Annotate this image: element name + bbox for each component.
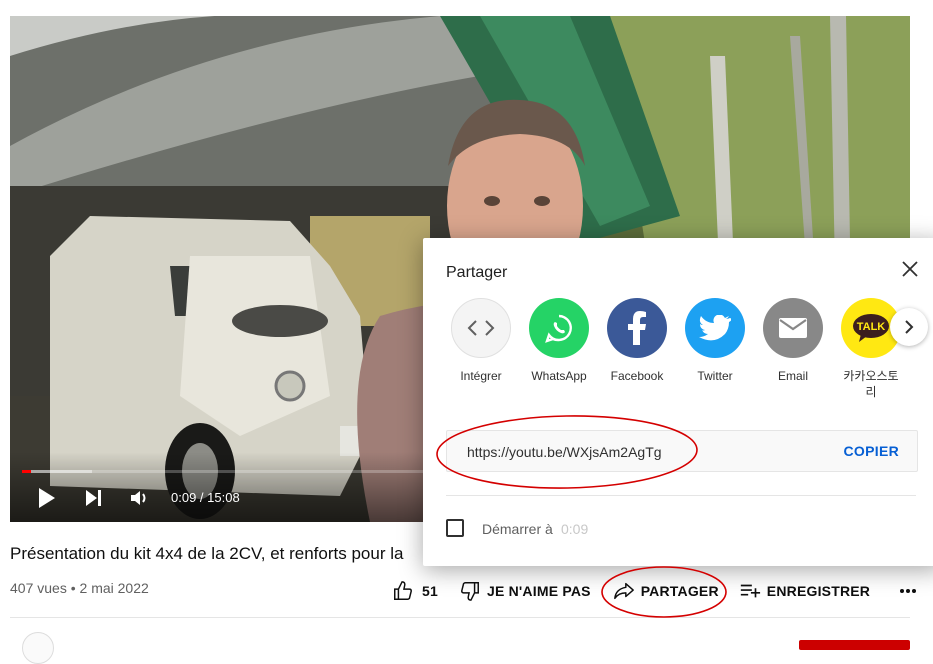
close-icon[interactable] bbox=[901, 260, 919, 278]
action-row: 51 JE N'AIME PAS PARTAGER ENREGISTRER bbox=[392, 576, 918, 606]
subscribe-button[interactable] bbox=[799, 640, 910, 650]
meta-separator: • bbox=[70, 580, 76, 596]
target-label: Email bbox=[777, 369, 808, 383]
whatsapp-icon bbox=[529, 298, 589, 358]
start-at-time: 0:09 bbox=[561, 521, 589, 537]
progress-played bbox=[22, 470, 31, 473]
target-label: Intégrer bbox=[460, 369, 502, 383]
share-button[interactable]: PARTAGER bbox=[613, 580, 719, 602]
share-target-facebook[interactable]: Facebook bbox=[598, 298, 676, 384]
share-target-whatsapp[interactable]: WhatsApp bbox=[520, 298, 598, 384]
like-count: 51 bbox=[422, 583, 438, 599]
share-targets-next-button[interactable] bbox=[890, 308, 928, 346]
copy-button[interactable]: COPIER bbox=[844, 431, 899, 471]
chevron-right-icon bbox=[905, 320, 914, 334]
play-icon[interactable] bbox=[37, 487, 57, 509]
share-link-box: COPIER bbox=[446, 430, 918, 473]
embed-icon bbox=[451, 298, 511, 358]
twitter-icon bbox=[685, 298, 745, 358]
view-count: 407 vues bbox=[10, 580, 67, 596]
more-actions-button[interactable] bbox=[898, 581, 918, 601]
thumbs-down-icon bbox=[461, 582, 479, 601]
video-title: Présentation du kit 4x4 de la 2CV, et re… bbox=[10, 544, 404, 563]
upload-date: 2 mai 2022 bbox=[79, 580, 149, 596]
section-divider bbox=[10, 617, 910, 618]
target-label: Facebook bbox=[610, 369, 664, 383]
target-label: 카카오스토리 bbox=[843, 369, 899, 399]
share-label: PARTAGER bbox=[640, 583, 719, 599]
share-dialog: Partager Intégrer WhatsApp Facebook Twit… bbox=[423, 238, 933, 566]
channel-avatar[interactable] bbox=[22, 632, 54, 664]
share-target-twitter[interactable]: Twitter bbox=[676, 298, 754, 384]
volume-icon[interactable] bbox=[130, 489, 150, 507]
playlist-add-icon bbox=[740, 584, 760, 598]
start-at-label: Démarrer à bbox=[482, 521, 553, 537]
svg-text:TALK: TALK bbox=[857, 321, 886, 333]
share-target-email[interactable]: Email bbox=[754, 298, 832, 384]
progress-buffered bbox=[22, 470, 93, 473]
share-arrow-icon bbox=[613, 582, 634, 600]
share-link-input[interactable] bbox=[465, 431, 789, 473]
time-display: 0:09 / 15:08 bbox=[171, 490, 240, 505]
facebook-icon bbox=[607, 298, 667, 358]
email-icon bbox=[763, 298, 823, 358]
like-button[interactable]: 51 bbox=[392, 580, 438, 602]
share-dialog-title: Partager bbox=[446, 264, 508, 281]
save-button[interactable]: ENREGISTRER bbox=[739, 580, 870, 602]
save-label: ENREGISTRER bbox=[766, 583, 871, 599]
dislike-button[interactable]: JE N'AIME PAS bbox=[459, 580, 591, 602]
more-horizontal-icon bbox=[900, 589, 917, 593]
thumbs-up-icon bbox=[394, 581, 412, 600]
video-meta: 407 vues • 2 mai 2022 bbox=[10, 580, 149, 596]
next-video-icon[interactable] bbox=[84, 488, 104, 508]
dialog-divider bbox=[446, 495, 916, 496]
share-target-embed[interactable]: Intégrer bbox=[442, 298, 520, 384]
target-label: WhatsApp bbox=[531, 369, 587, 383]
target-label: Twitter bbox=[697, 369, 733, 383]
start-at-checkbox[interactable] bbox=[446, 519, 464, 537]
dislike-label: JE N'AIME PAS bbox=[486, 583, 591, 599]
